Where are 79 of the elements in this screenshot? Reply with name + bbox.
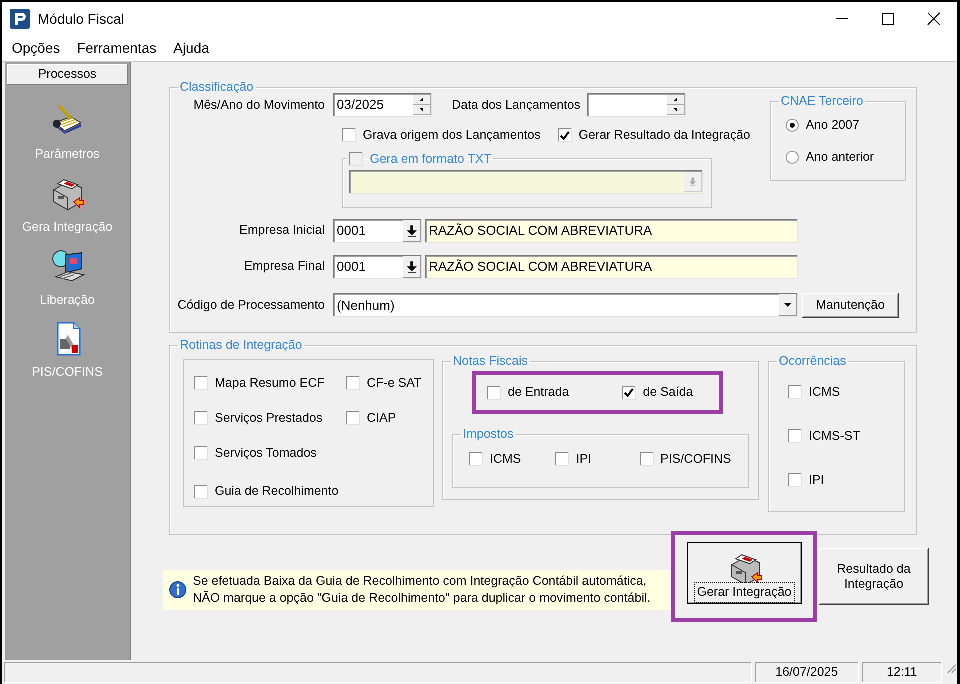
checkbox[interactable]	[555, 452, 570, 466]
field-label: Empresa Final	[243, 258, 326, 276]
month-year-field[interactable]: 03/2025	[333, 93, 432, 117]
close-icon[interactable]	[925, 11, 943, 27]
checkbox[interactable]	[788, 472, 802, 487]
lookup-arrow-icon[interactable]	[403, 256, 421, 278]
group-legend: Notas Fiscais	[451, 354, 530, 368]
checkbox[interactable]	[346, 376, 360, 390]
app-logo-icon	[10, 9, 30, 29]
group-legend: Classificação	[178, 80, 256, 94]
spin-down-icon[interactable]	[413, 105, 431, 115]
checkbox-label: Gerar Resultado da Integração	[578, 127, 751, 144]
spin-up-icon[interactable]	[413, 95, 431, 105]
dropdown-arrow-icon[interactable]	[779, 294, 797, 316]
checkbox[interactable]	[469, 452, 483, 466]
integration-result-button[interactable]: Resultado da Integração	[819, 548, 929, 605]
checkbox-label: ICMS	[490, 451, 522, 468]
maintenance-button[interactable]: Manutenção	[802, 292, 899, 318]
checkbox[interactable]	[194, 484, 208, 499]
checkbox[interactable]	[622, 386, 636, 400]
company-code-field[interactable]: 0001	[333, 218, 422, 243]
checkbox[interactable]	[558, 128, 572, 142]
window-title: Módulo Fiscal	[38, 10, 124, 28]
info-icon	[169, 580, 187, 598]
checkbox[interactable]	[788, 429, 802, 444]
checkbox[interactable]	[194, 411, 208, 426]
field-label: Empresa Inicial	[238, 222, 326, 240]
status-time: 12:11	[862, 662, 942, 683]
checkbox[interactable]	[194, 446, 208, 460]
checkbox-label: de Entrada	[508, 384, 570, 402]
checkbox-label: IPI	[809, 472, 824, 488]
checkbox[interactable]	[640, 452, 654, 466]
checkbox-label: de Saída	[643, 384, 694, 402]
company-name-field: RAZÃO SOCIAL COM ABREVIATURA	[425, 254, 798, 279]
resize-grip-icon	[945, 662, 957, 674]
laptop-icon[interactable]	[50, 248, 86, 284]
date-field[interactable]	[586, 93, 686, 117]
field-label: Data dos Lançamentos	[452, 96, 581, 114]
lookup-arrow-icon[interactable]	[403, 220, 421, 242]
checkbox-label: CF-e SAT	[367, 375, 422, 392]
checkbox-label: CIAP	[367, 410, 396, 427]
radio-label: Ano 2007	[806, 117, 860, 134]
checkbox[interactable]	[788, 385, 802, 400]
company-code-field[interactable]: 0001	[333, 254, 422, 279]
checkbox-label: Mapa Resumo ECF	[215, 375, 325, 392]
company-name-field: RAZÃO SOCIAL COM ABREVIATURA	[425, 218, 798, 243]
checkbox-label: Gera em formato TXT	[370, 152, 492, 166]
menu-item[interactable]: Opções	[9, 38, 68, 59]
checkbox[interactable]	[346, 411, 360, 426]
field-label: Mês/Ano do Movimento	[192, 96, 326, 114]
spin-down-icon[interactable]	[666, 105, 685, 115]
checkbox-label: PIS/COFINS	[660, 451, 732, 468]
menu-item[interactable]: Ajuda	[170, 38, 218, 59]
group-legend: CNAE Terceiro	[779, 94, 866, 108]
maximize-icon[interactable]	[879, 11, 897, 27]
checkbox-label: Grava origem dos Lançamentos	[363, 127, 541, 144]
menu-item[interactable]: Ferramentas	[74, 38, 165, 59]
checkbox-label: Serviços Tomados	[215, 444, 317, 462]
group-legend: Ocorrências	[777, 354, 848, 368]
checkbox-label: ICMS	[809, 384, 840, 401]
generate-integration-button[interactable]: Gerar Integração	[687, 542, 802, 604]
checkbox[interactable]	[342, 128, 356, 142]
field-label: Código de Processamento	[176, 296, 326, 314]
spin-up-icon[interactable]	[666, 95, 685, 105]
info-text: Se efetuada Baixa da Guia de Recolhimento com Integração Contábil automática, NÃO marque a opção "Guia de Recolhimento" para duplicar o movimento contábil.	[193, 572, 651, 606]
radio-label: Ano anterior	[806, 148, 874, 166]
processing-code-combo[interactable]: (Nenhum)	[333, 293, 798, 318]
checkbox-label: ICMS-ST	[809, 428, 860, 445]
status-date: 16/07/2025	[754, 662, 860, 683]
checkbox[interactable]	[194, 376, 208, 390]
radio-button[interactable]	[786, 150, 799, 164]
group-legend: Rotinas de Integração	[178, 338, 304, 352]
checkbox-label: IPI	[576, 451, 592, 468]
checkbox-label: Serviços Prestados	[215, 410, 323, 427]
checkbox[interactable]	[487, 386, 501, 400]
radio-button[interactable]	[786, 118, 799, 132]
group-legend: Impostos	[461, 427, 516, 441]
checkbox-label: Guia de Recolhimento	[215, 483, 339, 500]
sidebar-header: Processos	[7, 64, 128, 85]
